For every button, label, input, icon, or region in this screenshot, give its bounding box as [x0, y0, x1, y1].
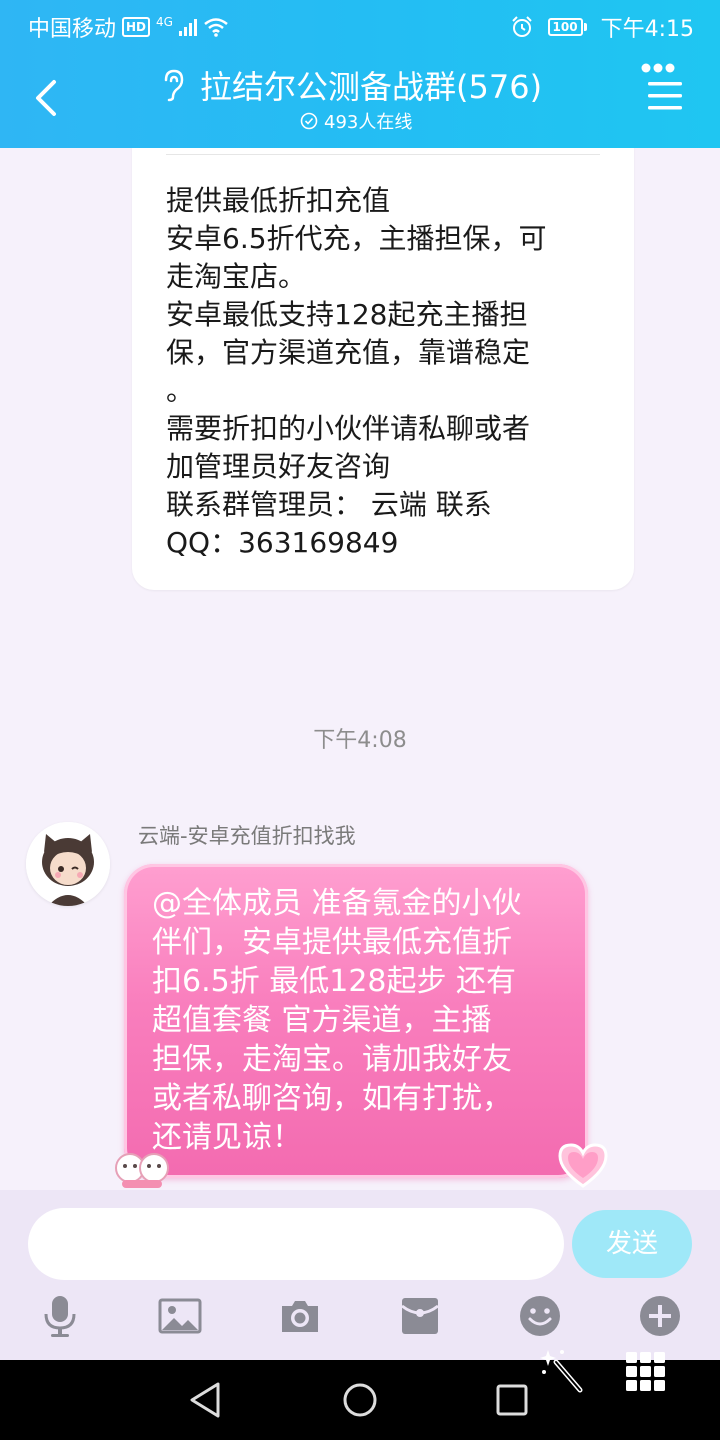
chat-area[interactable]: 提供最低折扣充值 安卓6.5折代充，主播担保，可 走淘宝店。 安卓最低支持128…	[0, 148, 720, 1190]
wifi-icon	[204, 18, 228, 37]
plus-icon[interactable]	[638, 1294, 682, 1338]
nav-back-icon[interactable]	[184, 1378, 228, 1422]
sender-name[interactable]: 云端-安卓充值折扣找我	[138, 820, 356, 850]
avatar-icon	[26, 822, 110, 906]
card-text: 提供最低折扣充值 安卓6.5折代充，主播担保，可 走淘宝店。 安卓最低支持128…	[166, 182, 606, 562]
nav-recents-icon[interactable]	[490, 1378, 534, 1422]
bubble-line: 担保，走淘宝。请加我好友	[152, 1042, 512, 1077]
card-line: 保，官方渠道充值，靠谱稳定	[166, 336, 531, 369]
card-line: 安卓最低支持128起充主播担	[166, 298, 528, 331]
system-nav-bar	[0, 1350, 720, 1440]
chat-title[interactable]: 拉结尔公测备战群(576)	[160, 62, 580, 108]
message-bubble[interactable]: @全体成员 准备氪金的小伙 伴们，安卓提供最低充值折 扣6.5折 最低128起步…	[124, 864, 588, 1178]
card-line: QQ：363169849	[166, 526, 399, 559]
earpiece-icon[interactable]	[160, 68, 186, 102]
card-line: 加管理员好友咨询	[166, 450, 391, 483]
bubble-text: @全体成员 准备氪金的小伙 伴们，安卓提供最低充值折 扣6.5折 最低128起步…	[152, 884, 572, 1157]
signal-icon	[178, 18, 197, 36]
message-card[interactable]: 提供最低折扣充值 安卓6.5折代充，主播担保，可 走淘宝店。 安卓最低支持128…	[132, 148, 634, 590]
clock: 下午4:15	[600, 17, 694, 42]
microphone-icon[interactable]	[38, 1294, 82, 1338]
carrier-label: 中国移动	[28, 17, 117, 42]
status-bar: 中国移动 HD 4G 100 下午4:15	[0, 0, 720, 50]
camera-icon[interactable]	[278, 1294, 322, 1338]
card-line: 安卓6.5折代充，主播担保，可	[166, 222, 547, 255]
online-count: 493人在线	[300, 108, 412, 134]
card-line: 走淘宝店。	[166, 260, 307, 293]
avatar[interactable]	[26, 822, 110, 906]
network-type: 4G	[156, 15, 173, 29]
message-input[interactable]	[28, 1208, 564, 1280]
bubble-line: 扣6.5折 最低128起步 还有	[152, 964, 517, 999]
battery-icon: 100	[547, 18, 587, 36]
card-line: 需要折扣的小伙伴请私聊或者	[166, 412, 531, 445]
alarm-icon	[511, 16, 532, 37]
emoji-icon[interactable]	[518, 1294, 562, 1338]
nav-home-icon[interactable]	[338, 1378, 382, 1422]
group-name: 拉结尔公测备战群(576)	[200, 68, 543, 106]
card-line: 。	[166, 374, 195, 407]
send-button[interactable]: 发送	[572, 1210, 692, 1278]
sticker-decoration-icon	[115, 1153, 169, 1188]
timestamp: 下午4:08	[313, 728, 407, 753]
bubble-line: 或者私聊咨询，如有打扰，	[152, 1081, 512, 1116]
more-menu-icon[interactable]	[640, 62, 684, 114]
heart-icon	[558, 1143, 608, 1188]
card-line: 提供最低折扣充值	[166, 184, 391, 217]
top-bar: 中国移动 HD 4G 100 下午4:15 拉结尔公测备战群(576) 493人…	[0, 0, 720, 148]
bubble-line: 超值套餐 官方渠道，主播	[152, 1003, 492, 1038]
bubble-line: @全体成员 准备氪金的小伙	[152, 886, 522, 921]
bubble-line: 伴们，安卓提供最低充值折	[152, 925, 512, 960]
battery-level: 100	[547, 18, 583, 36]
back-arrow-icon[interactable]	[28, 76, 64, 120]
input-area: 发送	[0, 1190, 720, 1360]
bubble-line: 还请见谅！	[152, 1120, 302, 1155]
card-line: 联系群管理员： 云端 联系	[166, 488, 492, 521]
magic-wand-icon[interactable]	[540, 1346, 586, 1396]
card-divider	[166, 154, 600, 155]
red-packet-icon[interactable]	[398, 1294, 442, 1338]
grid-keyboard-icon[interactable]	[624, 1350, 668, 1394]
hd-badge: HD	[122, 17, 151, 37]
online-check-icon	[300, 112, 318, 130]
image-icon[interactable]	[158, 1294, 202, 1338]
online-label: 493人在线	[324, 112, 413, 133]
